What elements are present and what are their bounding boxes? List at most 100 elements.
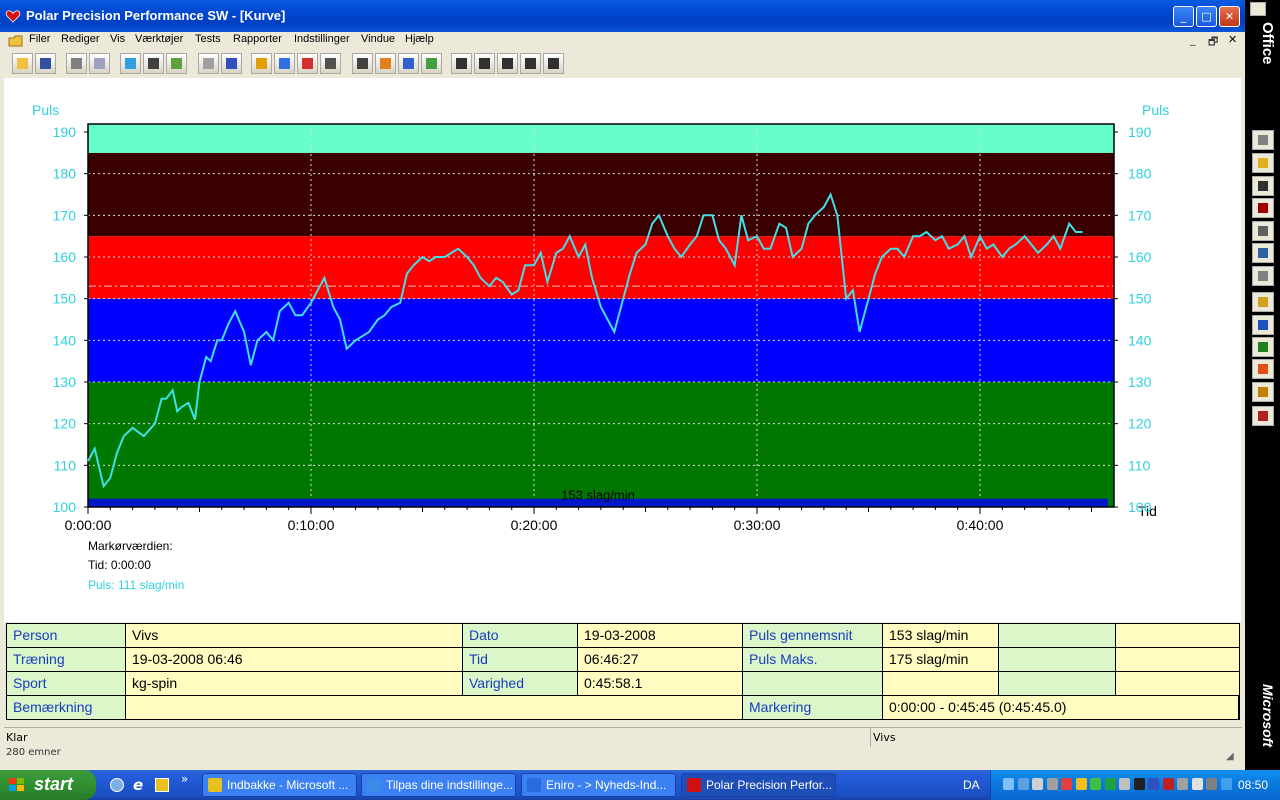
person-chart-icon [380,58,391,69]
info-label: Tid [463,648,577,671]
calendar-shortcut[interactable] [1252,198,1274,218]
note-shortcut[interactable] [1252,292,1274,312]
pen-button[interactable] [166,53,187,74]
bar5-button[interactable] [543,53,564,74]
bar1-button[interactable] [451,53,472,74]
quicklaunch-outlook-icon[interactable] [155,778,169,792]
y-tick-label: 140 [1128,332,1152,348]
tray-icon[interactable] [1220,778,1232,790]
menu-vindue[interactable]: Vindue [361,33,395,45]
info-value [883,672,998,695]
person-chart-button[interactable] [375,53,396,74]
mail-shortcut[interactable] [1252,176,1274,196]
curve-icon [426,58,437,69]
menu-tests[interactable]: Tests [195,33,221,45]
bar4-button[interactable] [520,53,541,74]
tray-icon[interactable] [1104,778,1116,790]
bar2-button[interactable] [474,53,495,74]
x-tick-label: 0:10:00 [288,517,335,533]
task-label: Tilpas dine indstillinge... [386,778,513,792]
open-button[interactable] [12,53,33,74]
tray-icon[interactable] [1061,778,1072,790]
sound-button[interactable] [143,53,164,74]
menu-vaerktojer[interactable]: Værktøjer [135,33,183,45]
arrow-chart-button[interactable] [398,53,419,74]
close-button[interactable]: ✕ [1219,6,1240,27]
heart-app-icon[interactable] [5,8,21,24]
percent-chart-button[interactable] [297,53,318,74]
copy-button[interactable] [89,53,110,74]
heart-rate-chart[interactable]: 100 100 110 110 120 120 130 130 140 140 150 150 160 1… [0,78,1240,548]
new-document-shortcut[interactable] [1252,130,1274,150]
calendar-button[interactable] [198,53,219,74]
menu-rapporter[interactable]: Rapporter [233,33,282,45]
word-shortcut[interactable] [1252,315,1274,335]
menu-indstillinger[interactable]: Indstillinger [294,33,350,45]
excel-shortcut[interactable] [1252,337,1274,357]
minimize-button[interactable]: _ [1173,6,1194,27]
y-tick-label: 170 [1128,207,1152,223]
globe-button[interactable] [120,53,141,74]
bar3-button[interactable] [497,53,518,74]
contact-shortcut[interactable] [1252,243,1274,263]
info-label [999,624,1115,647]
address-book-shortcut[interactable] [1252,266,1274,286]
tray-icon[interactable] [1119,778,1130,790]
quicklaunch-more-icon[interactable]: » [181,772,188,786]
language-indicator[interactable]: DA [963,778,980,792]
task-app-icon [687,778,701,792]
quicklaunch-explorer-icon[interactable] [110,778,124,792]
y-tick-label: 120 [1128,416,1152,432]
tray-icon[interactable] [1148,778,1159,790]
tray-icon[interactable] [1191,778,1203,790]
open-folder-shortcut[interactable] [1252,153,1274,173]
tray-icon[interactable] [1075,778,1087,790]
print-button[interactable] [66,53,87,74]
new-document-icon [1258,135,1268,145]
status-bar-secondary: 280 emner ◢ [4,747,1242,767]
access-shortcut[interactable] [1252,406,1274,426]
tray-icon[interactable] [1177,778,1188,790]
print-icon [71,58,82,69]
task-shortcut[interactable] [1252,221,1274,241]
save-button[interactable] [35,53,56,74]
tray-icon[interactable] [1032,778,1043,790]
menu-vis[interactable]: Vis [110,33,125,45]
bar-chart-button[interactable] [274,53,295,74]
area-chart-button[interactable] [251,53,272,74]
y-tick-label: 110 [1128,457,1151,473]
hr-zone-band [88,152,1114,237]
tray-icon[interactable] [1090,778,1101,790]
powerpoint-shortcut[interactable] [1252,359,1274,379]
tray-icon[interactable] [1046,778,1058,790]
mdi-close-button[interactable]: ✕ [1228,33,1237,46]
resize-grip-icon[interactable]: ◢ [1226,751,1234,762]
tray-icon[interactable] [1133,778,1145,790]
info-label: Markering [743,696,882,719]
tray-icon[interactable] [1162,778,1174,790]
menu-hjaelp[interactable]: Hjælp [405,33,434,45]
book-button[interactable] [221,53,242,74]
tray-icon[interactable] [1017,778,1029,790]
menu-rediger[interactable]: Rediger [61,33,100,45]
mdi-minimize-button[interactable]: _ [1190,33,1196,46]
table-button[interactable] [320,53,341,74]
start-button[interactable]: start [0,770,96,800]
info-label: Bemærkning [7,696,125,719]
quicklaunch-ie-icon[interactable]: e [133,776,143,794]
taskbar-button[interactable]: Polar Precision Perfor... [681,773,836,797]
x-tick-label: 0:40:00 [957,517,1004,533]
tray-icon[interactable] [1206,778,1217,790]
taskbar-button[interactable]: Tilpas dine indstillinge... [361,773,516,797]
info-label: Dato [463,624,577,647]
zoom-button[interactable] [352,53,373,74]
maximize-button[interactable]: □ [1196,6,1217,27]
window-title: Polar Precision Performance SW - [Kurve] [26,8,286,23]
taskbar-button[interactable]: Eniro - > Nyheds-Ind... [521,773,676,797]
office-menu-button[interactable] [1250,2,1266,16]
curve-button[interactable] [421,53,442,74]
taskbar-button[interactable]: Indbakke - Microsoft ... [202,773,357,797]
outlook-shortcut[interactable] [1252,382,1274,402]
tray-icon[interactable] [1003,778,1014,790]
menu-filer[interactable]: Filer [29,33,50,45]
